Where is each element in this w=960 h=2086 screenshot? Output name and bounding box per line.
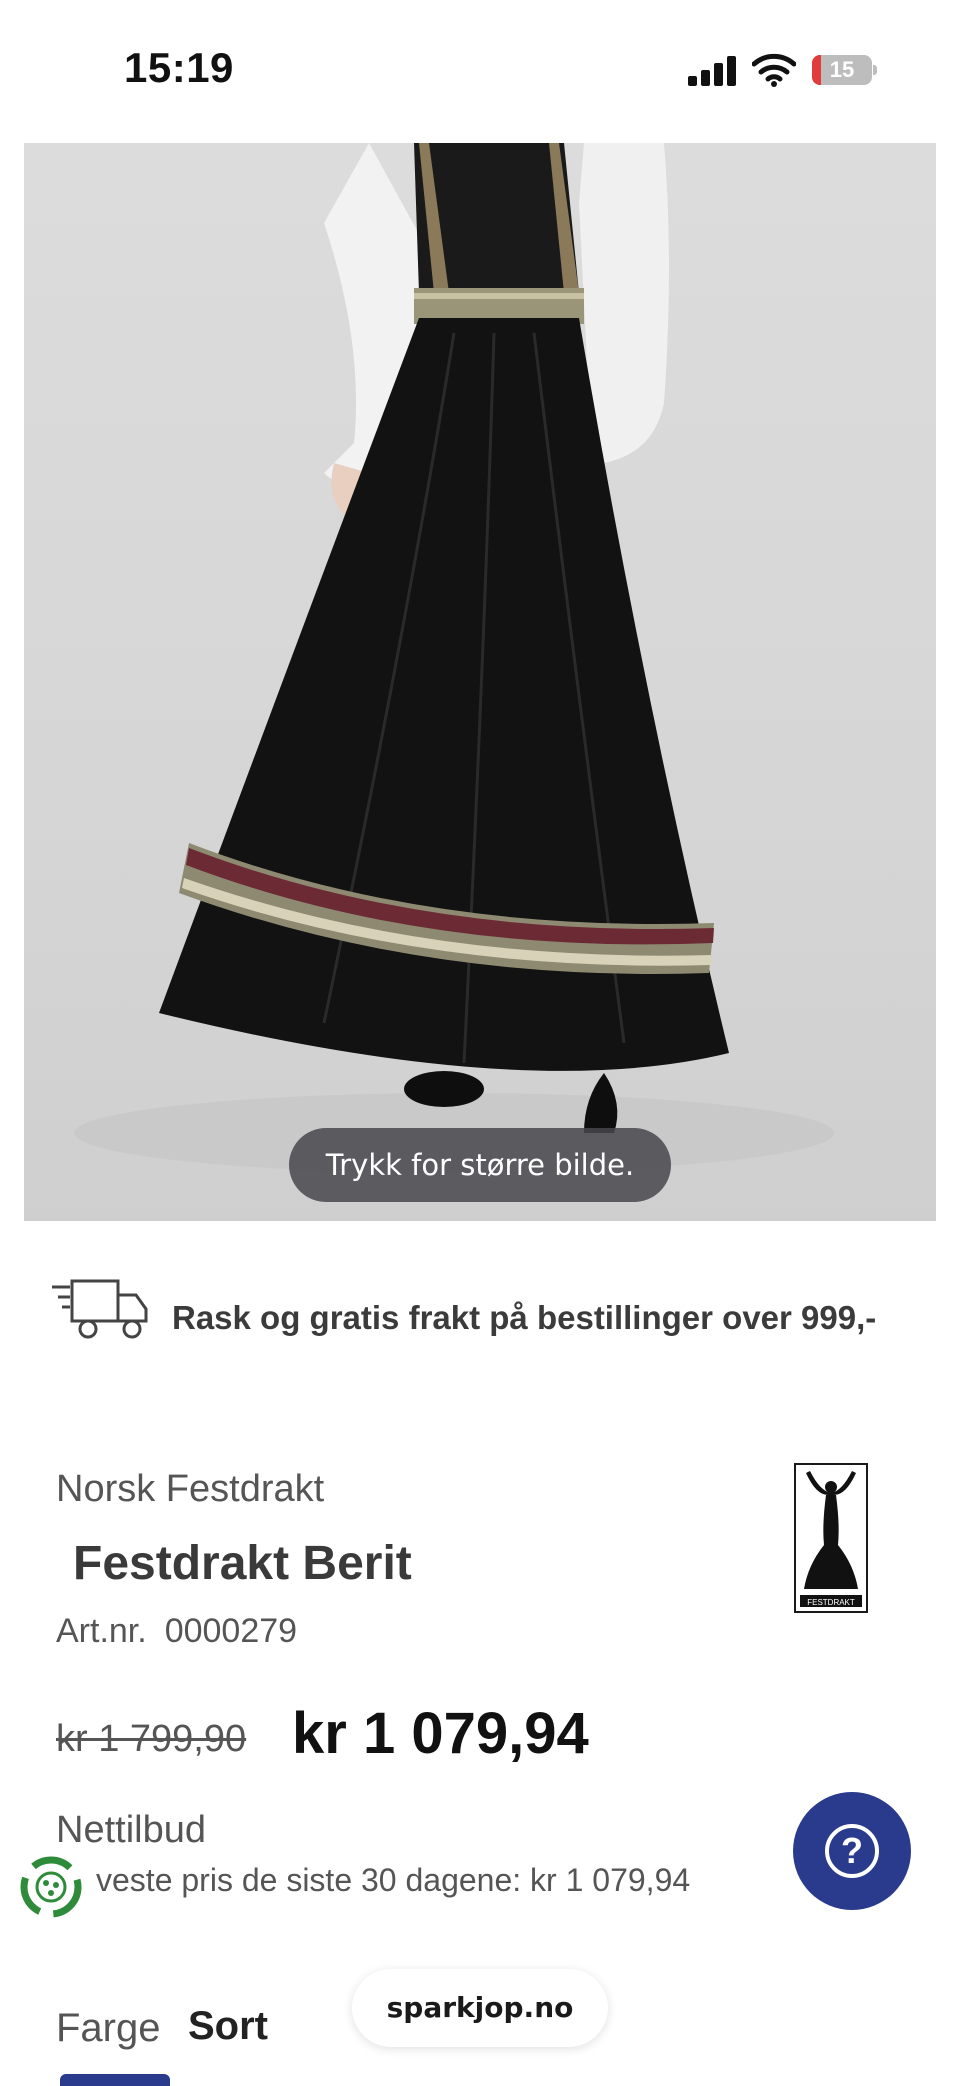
article-number-value: 0000279	[164, 1612, 298, 1650]
current-price: kr 1 079,94	[292, 1701, 589, 1766]
color-swatch[interactable]	[60, 2074, 170, 2086]
dress-photo	[74, 143, 834, 1173]
battery-level: 15	[829, 57, 855, 82]
brand-logo[interactable]: FESTDRAKT	[794, 1463, 868, 1613]
dancer-logo-icon: FESTDRAKT	[800, 1471, 862, 1607]
question-icon: ?	[825, 1824, 879, 1878]
recycle-icon[interactable]	[16, 1852, 86, 1922]
brand-name[interactable]: Norsk Festdrakt	[56, 1468, 324, 1511]
color-label: Farge	[56, 2006, 161, 2050]
enlarge-hint[interactable]: Trykk for større bilde.	[289, 1128, 671, 1202]
lowest-price-note: veste pris de siste 30 dagene: kr 1 079,…	[96, 1862, 691, 1898]
brand-logo-text: FESTDRAKT	[807, 1598, 855, 1607]
cellular-signal-icon	[688, 56, 738, 86]
offer-label: Nettilbud	[56, 1809, 206, 1851]
old-price: kr 1 799,90	[56, 1718, 247, 1760]
status-bar: 15:19 15	[0, 0, 960, 140]
product-image[interactable]: Trykk for større bilde.	[24, 143, 936, 1221]
color-value: Sort	[188, 2004, 268, 2048]
help-button[interactable]: ?	[793, 1792, 911, 1910]
battery-icon: 15	[812, 55, 877, 87]
delivery-truck-icon	[52, 1279, 148, 1339]
article-number: Art.nr. 0000279	[56, 1612, 297, 1651]
article-number-label: Art.nr.	[56, 1612, 147, 1650]
status-time: 15:19	[124, 44, 234, 91]
domain-pill[interactable]: sparkjop.no	[352, 1969, 608, 2047]
shipping-text: Rask og gratis frakt på bestillinger ove…	[172, 1299, 877, 1336]
wifi-icon	[752, 53, 796, 87]
shipping-banner: Rask og gratis frakt på bestillinger ove…	[50, 1275, 930, 1365]
product-title: Festdrakt Berit	[73, 1537, 412, 1590]
